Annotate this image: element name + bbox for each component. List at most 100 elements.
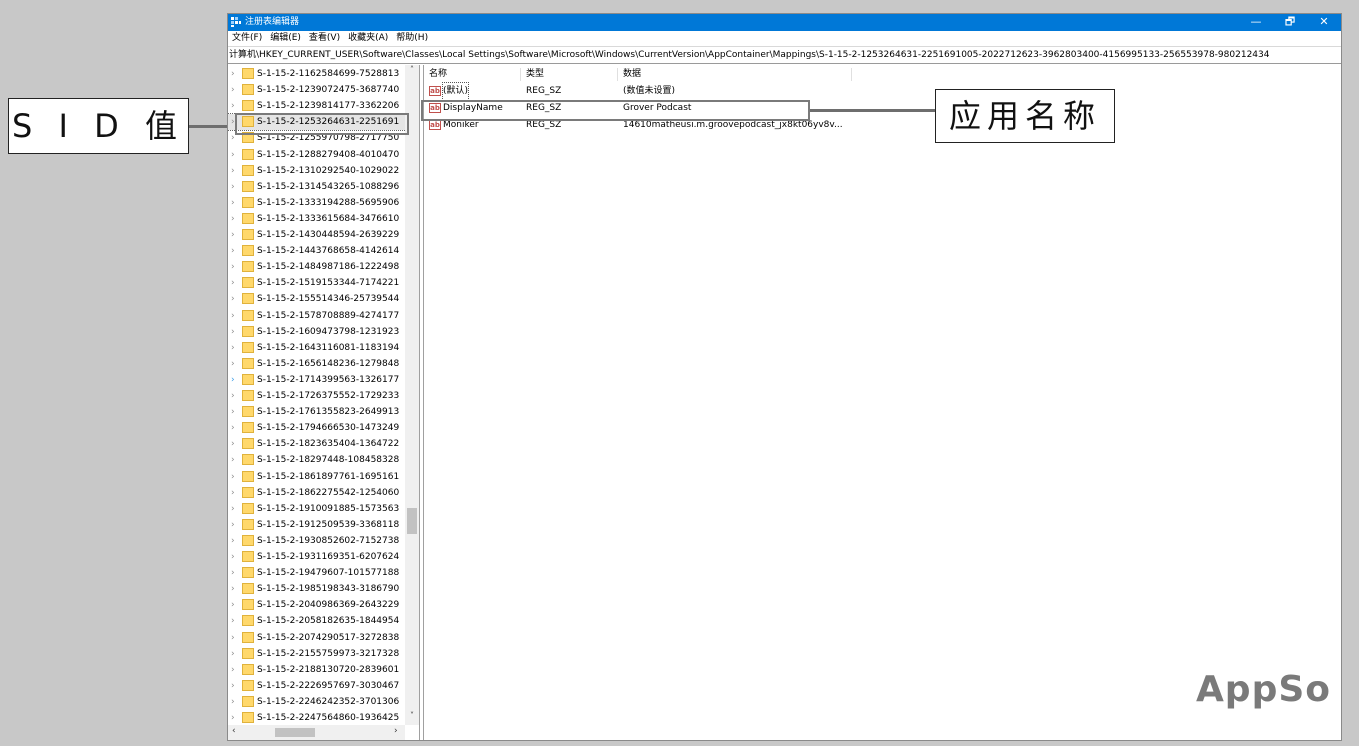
tree-item[interactable]: › S-1-15-2-2226957697-3030467 (228, 678, 406, 694)
chevron-right-icon[interactable]: › (231, 181, 239, 193)
tree-item[interactable]: › S-1-15-2-2040986369-2643229 (228, 597, 406, 613)
column-header-data[interactable]: 数据 (623, 67, 641, 81)
chevron-right-icon[interactable]: › (231, 84, 239, 96)
tree-item[interactable]: › S-1-15-2-1794666530-1473249 (228, 420, 406, 436)
chevron-right-icon[interactable]: › (231, 615, 239, 627)
chevron-right-icon[interactable]: › (231, 567, 239, 579)
chevron-right-icon[interactable]: › (231, 503, 239, 515)
tree-item[interactable]: › S-1-15-2-1761355823-2649913 (228, 404, 406, 420)
tree-item[interactable]: › S-1-15-2-1239072475-3687740 (228, 82, 406, 98)
tree-item[interactable]: › S-1-15-2-1162584699-7528813 (228, 66, 406, 82)
tree-item[interactable]: › S-1-15-2-1333615684-3476610 (228, 211, 406, 227)
chevron-right-icon[interactable]: › (231, 422, 239, 434)
chevron-right-icon[interactable]: › (231, 374, 239, 386)
chevron-right-icon[interactable]: › (231, 149, 239, 161)
column-divider[interactable] (617, 68, 618, 81)
chevron-right-icon[interactable]: › (231, 551, 239, 563)
tree-item[interactable]: › S-1-15-2-1861897761-1695161 (228, 469, 406, 485)
chevron-right-icon[interactable]: › (231, 213, 239, 225)
menu-view[interactable]: 查看(V) (305, 31, 344, 46)
menu-edit[interactable]: 编辑(E) (266, 31, 305, 46)
tree-item[interactable]: › S-1-15-2-1726375552-1729233 (228, 388, 406, 404)
column-divider[interactable] (520, 68, 521, 81)
menu-favorites[interactable]: 收藏夹(A) (344, 31, 392, 46)
chevron-right-icon[interactable]: › (231, 261, 239, 273)
chevron-right-icon[interactable]: › (231, 599, 239, 611)
tree-item[interactable]: › S-1-15-2-1609473798-1231923 (228, 324, 406, 340)
chevron-right-icon[interactable]: › (231, 100, 239, 112)
tree-item[interactable]: › S-1-15-2-1310292540-1029022 (228, 163, 406, 179)
title-bar[interactable]: 注册表编辑器 — 🗗 ✕ (228, 14, 1341, 31)
tree-item[interactable]: › S-1-15-2-1288279408-4010470 (228, 147, 406, 163)
chevron-right-icon[interactable]: › (231, 229, 239, 241)
tree-item[interactable]: › S-1-15-2-1862275542-1254060 (228, 485, 406, 501)
chevron-right-icon[interactable]: › (231, 197, 239, 209)
maximize-button[interactable]: 🗗 (1273, 14, 1307, 31)
tree-item[interactable]: › S-1-15-2-2246242352-3701306 (228, 694, 406, 710)
chevron-right-icon[interactable]: › (231, 310, 239, 322)
tree-item[interactable]: › S-1-15-2-155514346-25739544 (228, 291, 406, 307)
chevron-right-icon[interactable]: › (231, 664, 239, 676)
tree-item[interactable]: › S-1-15-2-1985198343-3186790 (228, 581, 406, 597)
tree-horizontal-scrollbar[interactable]: ‹ › (228, 725, 405, 740)
hscroll-thumb[interactable] (275, 728, 315, 737)
chevron-right-icon[interactable]: › (231, 277, 239, 289)
tree-item[interactable]: › S-1-15-2-1443768658-4142614 (228, 243, 406, 259)
scroll-left-icon[interactable]: ‹ (232, 726, 236, 736)
chevron-right-icon[interactable]: › (231, 454, 239, 466)
chevron-right-icon[interactable]: › (231, 535, 239, 547)
chevron-right-icon[interactable]: › (231, 68, 239, 80)
tree-item[interactable]: › S-1-15-2-2058182635-1844954 (228, 613, 406, 629)
column-header-name[interactable]: 名称 (429, 67, 447, 81)
chevron-right-icon[interactable]: › (231, 487, 239, 499)
scroll-down-icon[interactable]: ˅ (405, 711, 419, 720)
address-bar[interactable]: 计算机\HKEY_CURRENT_USER\Software\Classes\L… (228, 46, 1341, 64)
scroll-right-icon[interactable]: › (394, 726, 398, 736)
chevron-right-icon[interactable]: › (231, 390, 239, 402)
menu-help[interactable]: 帮助(H) (392, 31, 432, 46)
tree-item[interactable]: › S-1-15-2-1656148236-1279848 (228, 356, 406, 372)
tree-item[interactable]: › S-1-15-2-1578708889-4274177 (228, 308, 406, 324)
chevron-right-icon[interactable]: › (231, 583, 239, 595)
tree-item[interactable]: › S-1-15-2-2074290517-3272838 (228, 630, 406, 646)
tree-item[interactable]: › S-1-15-2-1931169351-6207624 (228, 549, 406, 565)
tree-item[interactable]: › S-1-15-2-1484987186-1222498 (228, 259, 406, 275)
tree-item[interactable]: › S-1-15-2-1314543265-1088296 (228, 179, 406, 195)
tree-item[interactable]: › S-1-15-2-2188130720-2839601 (228, 662, 406, 678)
chevron-right-icon[interactable]: › (231, 648, 239, 660)
chevron-right-icon[interactable]: › (231, 406, 239, 418)
column-divider[interactable] (851, 68, 852, 81)
tree-item[interactable]: › S-1-15-2-18297448-108458328 (228, 452, 406, 468)
tree-item[interactable]: › S-1-15-2-2247564860-1936425 (228, 710, 406, 726)
close-button[interactable]: ✕ (1307, 14, 1341, 31)
chevron-right-icon[interactable]: › (231, 326, 239, 338)
tree-item[interactable]: › S-1-15-2-2155759973-3217328 (228, 646, 406, 662)
menu-file[interactable]: 文件(F) (228, 31, 266, 46)
chevron-right-icon[interactable]: › (231, 245, 239, 257)
tree-item[interactable]: › S-1-15-2-19479607-101577188 (228, 565, 406, 581)
chevron-right-icon[interactable]: › (231, 293, 239, 305)
column-header-type[interactable]: 类型 (526, 67, 544, 81)
chevron-right-icon[interactable]: › (231, 519, 239, 531)
chevron-right-icon[interactable]: › (231, 712, 239, 724)
tree-item[interactable]: › S-1-15-2-1519153344-7174221 (228, 275, 406, 291)
tree-item[interactable]: › S-1-15-2-1910091885-1573563 (228, 501, 406, 517)
tree-item[interactable]: › S-1-15-2-1239814177-3362206 (228, 98, 406, 114)
chevron-right-icon[interactable]: › (231, 165, 239, 177)
chevron-right-icon[interactable]: › (231, 471, 239, 483)
chevron-right-icon[interactable]: › (231, 632, 239, 644)
tree-item[interactable]: › S-1-15-2-1930852602-7152738 (228, 533, 406, 549)
tree-item[interactable]: › S-1-15-2-1714399563-1326177 (228, 372, 406, 388)
minimize-button[interactable]: — (1239, 14, 1273, 31)
tree-item[interactable]: › S-1-15-2-1430448594-2639229 (228, 227, 406, 243)
chevron-right-icon[interactable]: › (231, 358, 239, 370)
scroll-thumb[interactable] (407, 508, 417, 534)
tree-vertical-scrollbar[interactable]: ˄ ˅ (405, 65, 419, 725)
tree-item[interactable]: › S-1-15-2-1823635404-1364722 (228, 436, 406, 452)
tree-item[interactable]: › S-1-15-2-1643116081-1183194 (228, 340, 406, 356)
chevron-right-icon[interactable]: › (231, 680, 239, 692)
chevron-right-icon[interactable]: › (231, 342, 239, 354)
chevron-right-icon[interactable]: › (231, 438, 239, 450)
tree-item[interactable]: › S-1-15-2-1912509539-3368118 (228, 517, 406, 533)
scroll-up-icon[interactable]: ˄ (405, 65, 419, 74)
